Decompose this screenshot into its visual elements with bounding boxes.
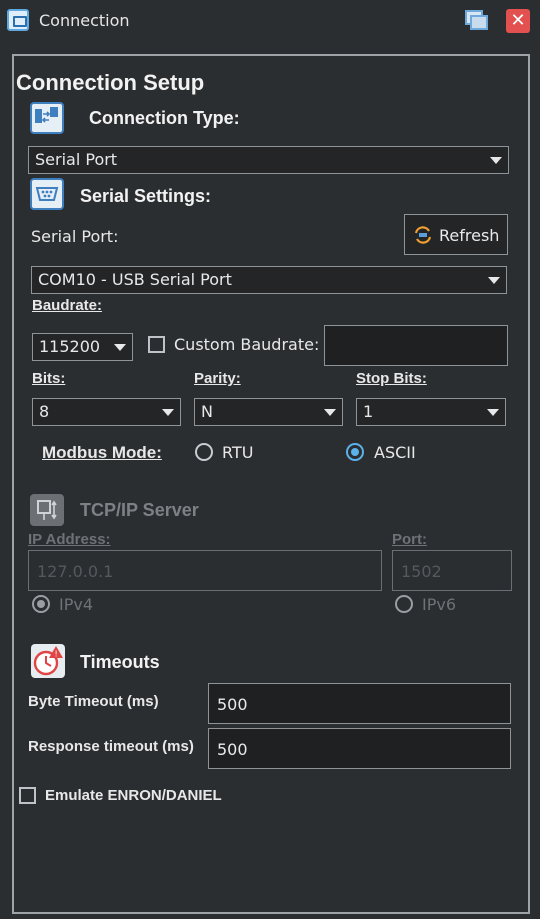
refresh-icon	[414, 226, 432, 244]
serial-settings-title: Serial Settings:	[80, 186, 212, 206]
modbus-mode-label: Modbus Mode:	[42, 443, 162, 462]
restore-icon[interactable]	[465, 10, 489, 32]
close-icon[interactable]: ✕	[506, 9, 530, 33]
timeout-clock-icon: !	[30, 643, 66, 679]
ip-address-input[interactable]: 127.0.0.1	[28, 550, 382, 591]
baudrate-value: 115200	[39, 337, 101, 356]
refresh-label: Refresh	[439, 226, 500, 245]
serial-port-value: COM10 - USB Serial Port	[38, 270, 232, 289]
parity-label: Parity:	[194, 370, 241, 387]
chevron-down-icon	[324, 409, 336, 416]
tcp-title: TCP/IP Server	[80, 500, 199, 520]
page-title: Connection Setup	[16, 70, 205, 95]
serial-port-select[interactable]: COM10 - USB Serial Port	[31, 266, 507, 294]
baudrate-select[interactable]: 115200	[32, 333, 133, 361]
ip-address-label: IP Address:	[28, 531, 111, 548]
emulate-checkbox[interactable]	[19, 787, 36, 804]
custom-baudrate-checkbox[interactable]	[148, 336, 165, 353]
stopbits-select[interactable]: 1	[356, 398, 506, 426]
connection-type-title: Connection Type:	[89, 108, 240, 128]
window-title: Connection	[39, 11, 130, 30]
chevron-down-icon	[490, 157, 502, 164]
radio-ascii[interactable]	[346, 443, 364, 461]
ipv4-label: IPv4	[59, 595, 94, 614]
refresh-button[interactable]: Refresh	[404, 214, 508, 255]
connection-type-value: Serial Port	[35, 150, 118, 169]
bits-label: Bits:	[32, 370, 66, 387]
svg-text:!: !	[55, 650, 58, 659]
byte-timeout-input[interactable]: 500	[208, 683, 511, 724]
radio-ipv4[interactable]	[32, 595, 50, 613]
response-timeout-label: Response timeout (ms)	[28, 738, 194, 755]
app-icon	[7, 9, 29, 31]
port-label: Port:	[392, 531, 427, 548]
custom-baudrate-input[interactable]	[324, 325, 508, 366]
baudrate-label: Baudrate:	[32, 297, 103, 314]
chevron-down-icon	[114, 344, 126, 351]
parity-select[interactable]: N	[194, 398, 343, 426]
timeouts-title: Timeouts	[80, 652, 160, 672]
rtu-label: RTU	[222, 443, 254, 462]
stopbits-label: Stop Bits:	[356, 370, 427, 387]
ascii-label: ASCII	[374, 443, 416, 462]
radio-ipv6[interactable]	[395, 595, 413, 613]
serial-port-icon	[30, 178, 64, 210]
stopbits-value: 1	[363, 402, 374, 421]
connection-type-icon	[30, 102, 64, 134]
response-timeout-input[interactable]: 500	[208, 728, 511, 769]
byte-timeout-label: Byte Timeout (ms)	[28, 693, 159, 710]
bits-select[interactable]: 8	[32, 398, 181, 426]
network-icon	[30, 494, 64, 526]
connection-type-select[interactable]: Serial Port	[28, 146, 509, 174]
emulate-label: Emulate ENRON/DANIEL	[45, 787, 222, 804]
chevron-down-icon	[488, 277, 500, 284]
custom-baudrate-label: Custom Baudrate:	[174, 335, 320, 354]
ipv6-label: IPv6	[422, 595, 457, 614]
chevron-down-icon	[162, 409, 174, 416]
connection-panel	[12, 54, 530, 914]
serial-port-label: Serial Port:	[31, 227, 119, 246]
chevron-down-icon	[487, 409, 499, 416]
radio-rtu[interactable]	[195, 443, 213, 461]
bits-value: 8	[39, 402, 50, 421]
parity-value: N	[201, 402, 213, 421]
port-input[interactable]: 1502	[392, 550, 512, 591]
